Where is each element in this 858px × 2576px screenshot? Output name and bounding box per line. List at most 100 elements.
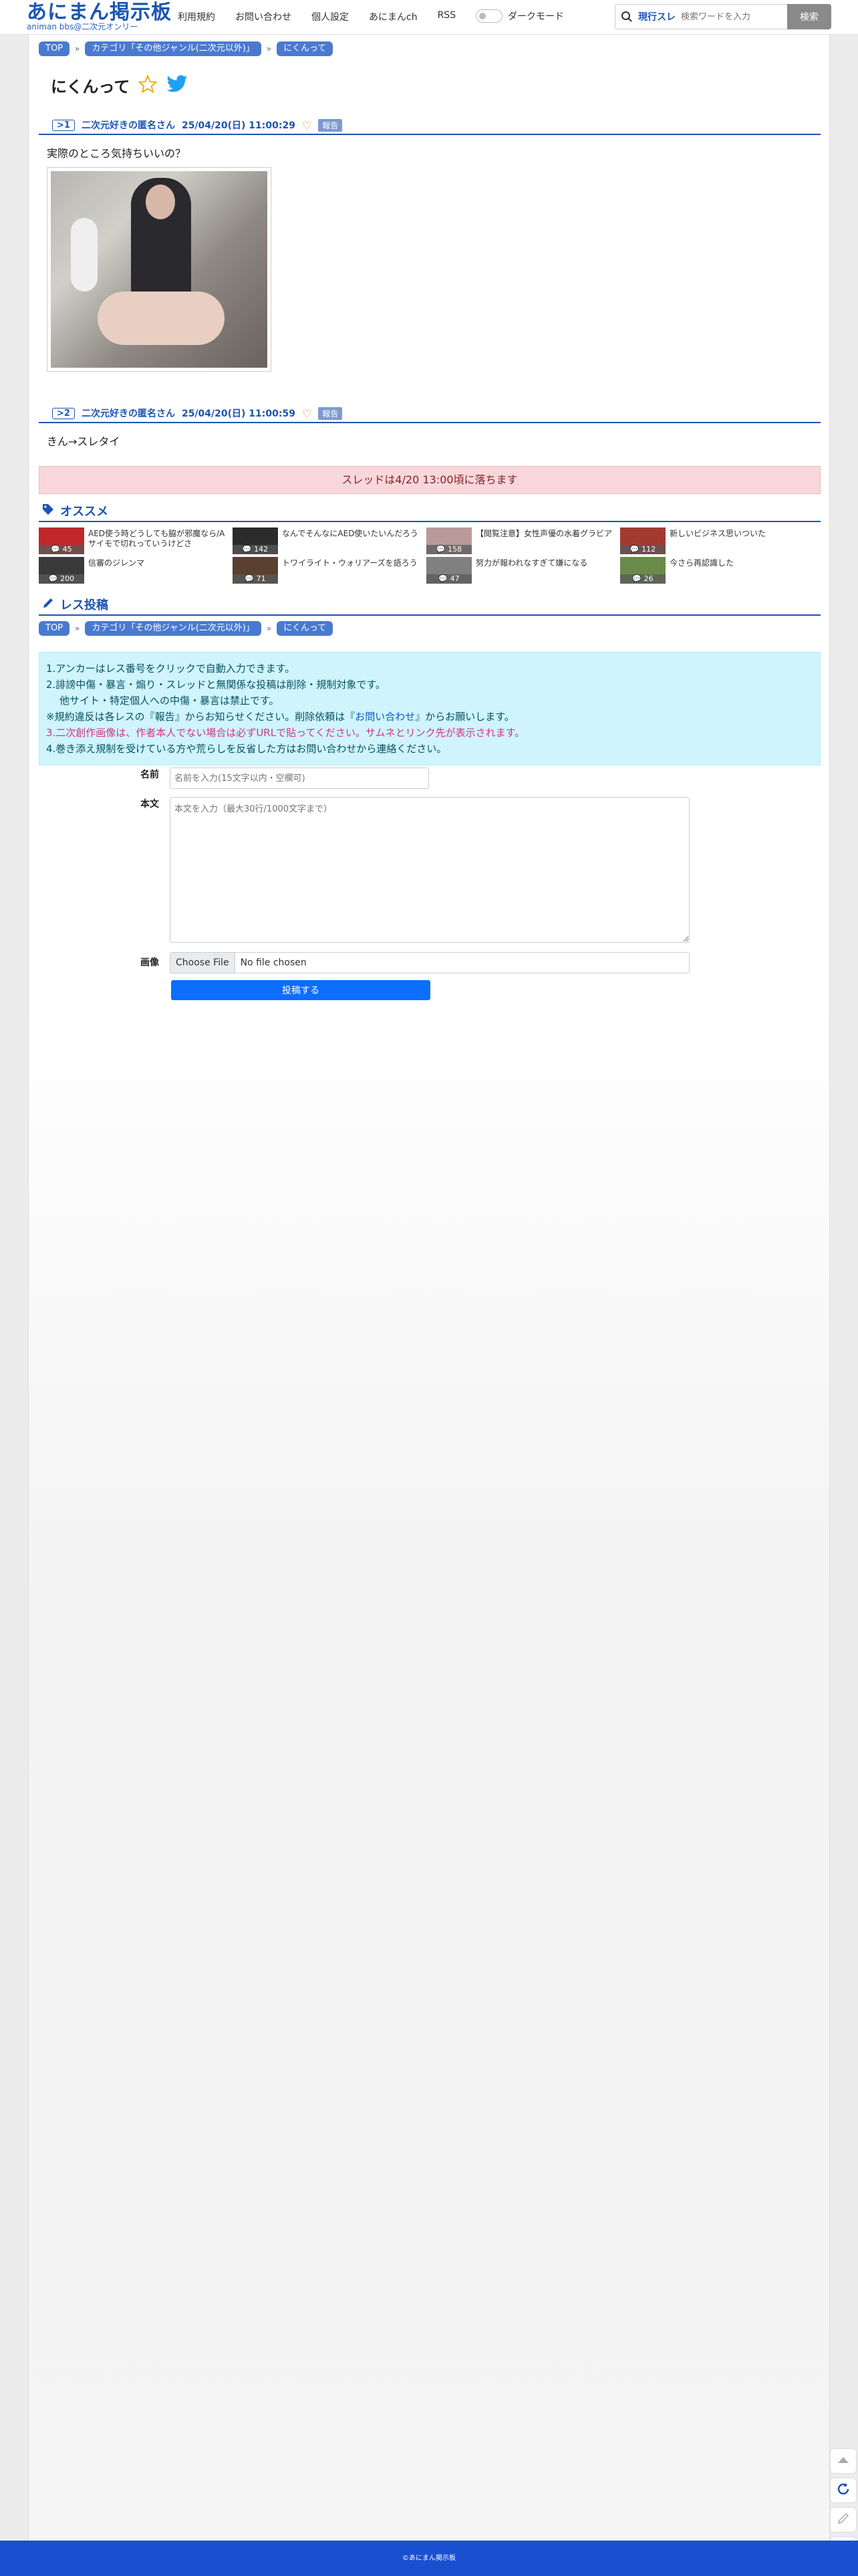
recommend-title[interactable]: トワイライト・ウォリアーズを語ろう [282,557,418,584]
post: >2 二次元好きの匿名さん 25/04/20(日) 11:00:59 ♡ 報告 … [39,405,821,449]
recommend-count: 💬 26 [620,574,666,584]
recommend-count: 💬 71 [233,574,278,584]
body-textarea[interactable] [170,797,690,943]
recommend-thumbnail[interactable]: 💬 112 [620,528,666,554]
recommend-title[interactable]: 新しいビジネス思いついた [670,528,766,554]
top-nav: 利用規約 お問い合わせ 個人設定 あにまんch RSS [178,10,456,23]
breadcrumb-thread[interactable]: にくんって [277,621,333,636]
recommend-thumbnail[interactable]: 💬 158 [426,528,472,554]
recommend-item[interactable]: 💬 158 【閲覧注意】女性声優の水着グラビア [426,528,620,554]
search-input[interactable] [681,11,781,22]
recommend-count: 💬 200 [39,574,84,584]
reload-button[interactable] [830,2478,857,2503]
twitter-share-icon[interactable] [166,75,188,96]
nav-animanch[interactable]: あにまんch [369,10,418,23]
recommend-thumbnail[interactable]: 💬 71 [233,557,278,584]
heart-icon[interactable]: ♡ [302,407,311,420]
recommend-title[interactable]: 今さら再認識した [670,557,734,584]
recommend-title[interactable]: AED使う時どうしても脇が邪魔なら/Aサイモで切れっていうけどさ [88,528,233,554]
post-header: >2 二次元好きの匿名さん 25/04/20(日) 11:00:59 ♡ 報告 [39,405,821,423]
breadcrumb-category[interactable]: カテゴリ「その他ジャンル(二次元以外)」 [85,41,261,56]
reply-title: レス投稿 [60,598,108,612]
recommend-title[interactable]: 努力が報われなすぎて嫌になる [476,557,587,584]
recommend-item[interactable]: 💬 47 努力が報われなすぎて嫌になる [426,557,620,584]
rule-line: 他サイト・特定個人への中傷・暴言は禁止です。 [59,695,279,707]
dark-mode-label: ダークモード [508,11,564,22]
res-number[interactable]: >2 [52,407,75,419]
breadcrumb-top[interactable]: TOP [39,41,70,56]
breadcrumb-category[interactable]: カテゴリ「その他ジャンル(二次元以外)」 [85,621,261,636]
pencil-icon [41,596,55,613]
scroll-top-button[interactable] [830,2448,857,2474]
recommend-item[interactable]: 💬 112 新しいビジネス思いついた [620,528,814,554]
recommend-title[interactable]: 【閲覧注意】女性声優の水着グラビア [476,528,612,554]
file-status: No file chosen [240,957,307,968]
res-number[interactable]: >1 [52,119,75,131]
report-button[interactable]: 報告 [318,118,343,132]
poster-name: 二次元好きの匿名さん [81,120,175,131]
reply-section: レス投稿 [39,596,821,616]
name-input[interactable] [170,768,429,789]
recommend-thumbnail[interactable]: 💬 26 [620,557,666,584]
post-text: 実際のところ気持ちいいの？ [47,147,186,160]
body-label: 本文 [140,799,159,810]
recommend-title[interactable]: 信審のジレンマ [88,557,144,584]
nav-contact[interactable]: お問い合わせ [235,10,291,23]
file-input[interactable]: Choose File No file chosen [170,952,690,973]
site-footer: ©あにまん掲示板 [0,2541,858,2576]
favorite-star-icon[interactable] [138,74,158,97]
name-label: 名前 [140,770,159,780]
recommend-thumbnail[interactable]: 💬 45 [39,528,84,554]
rule-text: ※規約違反は各レスの『報告』からお知らせください。削除依頼は『 [46,711,355,723]
site-logo[interactable]: あにまん掲示板 animan bbs@二次元オンリー [27,1,172,31]
breadcrumb-top[interactable]: TOP [39,621,70,636]
recommend-thumbnail[interactable]: 💬 200 [39,557,84,584]
reply-heading: レス投稿 [39,596,821,616]
post-image[interactable] [47,167,271,372]
nav-settings[interactable]: 個人設定 [311,10,349,23]
posting-rules: 1.アンカーはレス番号をクリックで自動入力できます。 2.誹謗中傷・暴言・煽り・… [39,652,821,766]
image-label: 画像 [140,957,159,968]
dark-mode-switch[interactable] [476,9,503,23]
recommend-grid: 💬 45 AED使う時どうしても脇が邪魔なら/Aサイモで切れっていうけどさ 💬 14… [39,528,821,586]
rule-line: 3.二次創作画像は、作者本人でない場合は必ずURLで貼ってください。サムネとリン… [46,727,525,739]
photo-urinal [71,218,98,291]
submit-button[interactable]: 投稿する [171,980,430,1000]
nav-rss[interactable]: RSS [438,10,456,23]
search-bar: 現行スレ 検索 [615,4,831,29]
breadcrumb-thread[interactable]: にくんって [277,41,333,56]
post-date: 25/04/20(日) 11:00:29 [181,120,295,131]
search-scope[interactable]: 現行スレ [638,10,676,23]
recommend-item[interactable]: 💬 142 なんでそんなにAED使いたいんだろう [233,528,426,554]
report-button[interactable]: 報告 [318,406,343,420]
post-body: 実際のところ気持ちいいの？ [39,135,821,372]
recommend-title[interactable]: なんでそんなにAED使いたいんだろう [282,528,418,554]
poster-name: 二次元好きの匿名さん [81,408,175,419]
recommend-item[interactable]: 💬 45 AED使う時どうしても脇が邪魔なら/Aサイモで切れっていうけどさ [39,528,233,554]
recommend-thumbnail[interactable]: 💬 47 [426,557,472,584]
logo-main: あにまん掲示板 [27,1,172,24]
recommend-heading: オススメ [39,502,821,522]
nav-terms[interactable]: 利用規約 [178,10,215,23]
recommend-count: 💬 142 [233,545,278,554]
breadcrumb-bottom: TOP » カテゴリ「その他ジャンル(二次元以外)」 » にくんって [39,621,821,636]
thread-title: にくんって [51,78,130,96]
contact-link[interactable]: お問い合わせ [355,711,415,723]
site-header: あにまん掲示板 animan bbs@二次元オンリー 利用規約 お問い合わせ 個… [0,0,858,35]
recommend-title: オススメ [60,505,108,519]
recommend-item[interactable]: 💬 71 トワイライト・ウォリアーズを語ろう [233,557,426,584]
heart-icon[interactable]: ♡ [302,119,311,132]
search-button[interactable]: 検索 [787,4,831,29]
rule-line: 2.誹謗中傷・暴言・煽り・スレッドと無関係な投稿は削除・規制対象です。 [46,679,386,691]
body-row: 本文 [140,797,690,943]
recommend-item[interactable]: 💬 200 信審のジレンマ [39,557,233,584]
post-header: >1 二次元好きの匿名さん 25/04/20(日) 11:00:29 ♡ 報告 [39,117,821,135]
thread-expire-notice: スレッドは4/20 13:00頃に落ちます [39,466,821,494]
dark-mode-toggle[interactable]: ダークモード [476,9,564,23]
recommend-item[interactable]: 💬 26 今さら再認識した [620,557,814,584]
rule-line: 1.アンカーはレス番号をクリックで自動入力できます。 [46,663,295,675]
write-button[interactable] [830,2507,857,2533]
recommend-thumbnail[interactable]: 💬 142 [233,528,278,554]
choose-file-button[interactable]: Choose File [170,953,235,973]
post-text: きん→スレタイ [47,435,120,448]
